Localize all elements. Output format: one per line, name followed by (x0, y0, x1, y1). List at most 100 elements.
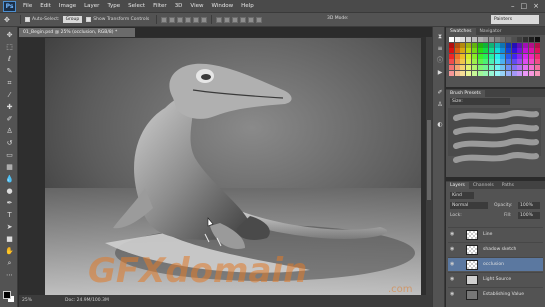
color-swatch[interactable] (500, 53, 506, 59)
color-swatch[interactable] (506, 42, 511, 48)
color-swatch[interactable] (500, 48, 506, 54)
tab-brush-presets[interactable]: Brush Presets (446, 90, 485, 97)
color-swatch[interactable] (454, 59, 460, 65)
menu-filter[interactable]: Filter (149, 3, 171, 9)
color-swatch[interactable] (523, 70, 529, 76)
color-swatch[interactable] (517, 37, 523, 42)
visibility-eye-icon[interactable]: ◉ (450, 247, 456, 252)
align-top-icon[interactable] (161, 16, 168, 23)
move-icon[interactable]: ✥ (4, 31, 15, 40)
marquee-icon[interactable]: ⬚ (4, 43, 15, 52)
color-swatch[interactable] (517, 53, 523, 59)
menu-edit[interactable]: Edit (36, 3, 55, 9)
canvas[interactable] (45, 38, 421, 295)
color-swatch[interactable] (483, 53, 489, 59)
color-swatch[interactable] (449, 37, 454, 42)
color-swatch[interactable] (488, 70, 494, 76)
color-swatch[interactable] (528, 53, 534, 59)
color-swatch[interactable] (449, 59, 454, 65)
swatches-grid[interactable] (449, 37, 541, 77)
more-tools-icon[interactable]: ⋯ (4, 271, 15, 280)
color-swatch[interactable] (494, 37, 500, 42)
distribute-center-icon[interactable] (248, 16, 255, 23)
color-swatch[interactable] (534, 48, 540, 54)
workspace-switcher[interactable]: Painters (491, 15, 539, 24)
color-swatch[interactable] (517, 42, 523, 48)
align-right-icon[interactable] (201, 16, 208, 23)
quick-select-icon[interactable]: ✎ (4, 67, 15, 76)
brush-panel-icon[interactable]: ✐ (436, 89, 444, 97)
layer-row[interactable]: ◉ Establishing Value (448, 287, 543, 301)
color-swatch[interactable] (494, 53, 500, 59)
color-swatch[interactable] (534, 70, 540, 76)
color-swatch[interactable] (500, 70, 506, 76)
color-swatch[interactable] (488, 42, 494, 48)
healing-icon[interactable]: ✚ (4, 103, 15, 112)
color-swatch[interactable] (494, 59, 500, 65)
visibility-eye-icon[interactable]: ◉ (450, 262, 456, 267)
color-swatch[interactable] (471, 70, 477, 76)
color-swatch[interactable] (506, 65, 511, 70)
color-swatch[interactable] (477, 37, 483, 42)
color-swatch[interactable] (506, 70, 511, 76)
distribute-left-icon[interactable] (240, 16, 247, 23)
color-swatch[interactable] (528, 37, 534, 42)
blur-icon[interactable]: 💧 (4, 175, 15, 184)
color-swatch[interactable] (500, 42, 506, 48)
color-swatch[interactable] (466, 59, 472, 65)
color-swatch[interactable] (528, 70, 534, 76)
color-swatch[interactable] (460, 70, 466, 76)
tab-channels[interactable]: Channels (469, 182, 498, 189)
color-swatch[interactable] (523, 37, 529, 42)
color-swatch[interactable] (500, 59, 506, 65)
close-button[interactable]: × (533, 2, 539, 10)
color-swatch[interactable] (466, 42, 472, 48)
properties-panel-icon[interactable]: ≡ (436, 45, 444, 53)
color-swatch[interactable] (488, 65, 494, 70)
menu-file[interactable]: File (19, 3, 36, 9)
eyedropper-icon[interactable]: ⁄ (4, 91, 15, 100)
menu-image[interactable]: Image (55, 3, 80, 9)
layer-row[interactable]: ◉ Light Source (448, 272, 543, 286)
minimize-button[interactable]: – (511, 2, 515, 10)
color-swatch[interactable] (471, 53, 477, 59)
color-swatch[interactable] (511, 59, 517, 65)
color-swatch[interactable] (460, 53, 466, 59)
color-swatch[interactable] (528, 48, 534, 54)
color-swatch[interactable] (534, 59, 540, 65)
layer-filter-kind[interactable]: Kind (450, 192, 474, 199)
visibility-eye-icon[interactable]: ◉ (450, 277, 456, 282)
lasso-icon[interactable]: ℓ (4, 55, 15, 64)
color-swatch[interactable] (494, 70, 500, 76)
color-swatch[interactable] (466, 37, 472, 42)
color-swatch[interactable] (454, 42, 460, 48)
color-swatch[interactable] (454, 48, 460, 54)
document-size[interactable]: Doc: 24.9M/100.3M (65, 298, 109, 303)
visibility-eye-icon[interactable]: ◉ (450, 232, 456, 237)
color-swatch[interactable] (483, 48, 489, 54)
color-swatch[interactable] (488, 37, 494, 42)
dodge-icon[interactable]: ● (4, 187, 15, 196)
color-swatch[interactable] (511, 48, 517, 54)
menu-type[interactable]: Type (103, 3, 124, 9)
color-swatch[interactable] (460, 37, 466, 42)
fill-field[interactable]: 100% (518, 212, 540, 219)
menu-3d[interactable]: 3D (171, 3, 187, 9)
color-swatch[interactable] (454, 65, 460, 70)
color-swatch[interactable] (511, 53, 517, 59)
brush-preset-list[interactable] (448, 108, 541, 163)
distribute-right-icon[interactable] (256, 16, 263, 23)
menu-view[interactable]: View (186, 3, 207, 9)
shape-icon[interactable]: ■ (4, 235, 15, 244)
color-swatch[interactable] (488, 53, 494, 59)
visibility-eye-icon[interactable]: ◉ (450, 292, 456, 297)
layer-row[interactable]: ◉ occlusion (448, 257, 543, 271)
opacity-field[interactable]: 100% (518, 202, 540, 209)
color-swatch[interactable] (466, 53, 472, 59)
maximize-button[interactable]: □ (521, 2, 528, 10)
color-swatch[interactable] (449, 65, 454, 70)
menu-select[interactable]: Select (124, 3, 149, 9)
color-swatch[interactable] (471, 65, 477, 70)
color-swatch[interactable] (449, 53, 454, 59)
color-swatch[interactable] (517, 65, 523, 70)
